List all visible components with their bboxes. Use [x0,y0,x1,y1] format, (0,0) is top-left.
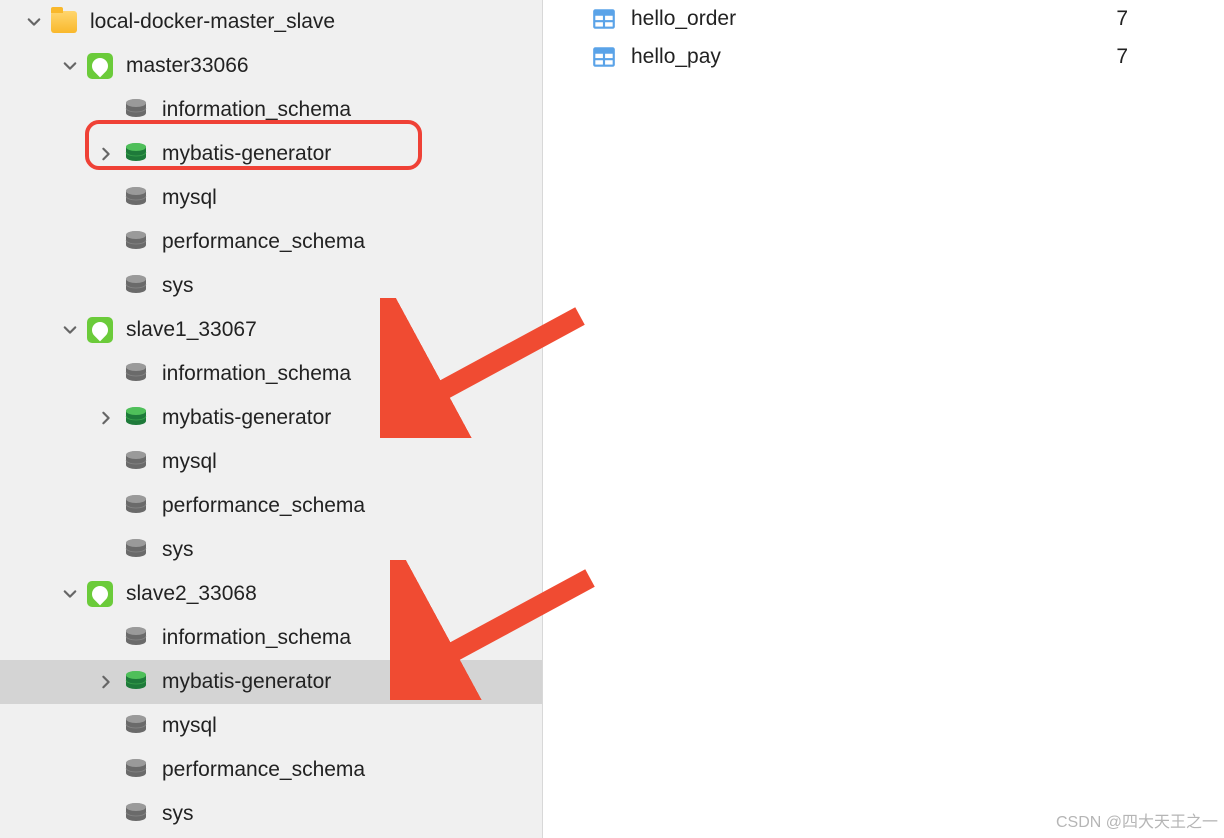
tree-label: performance_schema [162,758,365,782]
table-row[interactable]: hello_order 7 [543,0,1224,38]
tree-label: mybatis-generator [162,670,331,694]
tree-database[interactable]: mysql [0,440,542,484]
tree-database[interactable]: information_schema [0,88,542,132]
chevron-down-icon[interactable] [60,56,80,76]
database-icon [122,756,150,784]
tree-database[interactable]: performance_schema [0,748,542,792]
tree-label: mysql [162,714,217,738]
tree-label: slave2_33068 [126,582,257,606]
chevron-placeholder [96,628,116,648]
table-name: hello_pay [631,45,721,69]
database-icon [122,536,150,564]
tree-label: performance_schema [162,494,365,518]
table-row[interactable]: hello_pay 7 [543,38,1224,76]
chevron-placeholder [96,496,116,516]
chevron-placeholder [96,804,116,824]
table-count: 7 [1116,7,1128,31]
chevron-placeholder [96,760,116,780]
tree-database[interactable]: mybatis-generator [0,132,542,176]
chevron-placeholder [96,188,116,208]
tree-database[interactable]: sys [0,528,542,572]
database-icon [122,404,150,432]
tree-label: slave1_33067 [126,318,257,342]
tree-label: information_schema [162,98,351,122]
database-icon [122,624,150,652]
chevron-placeholder [96,540,116,560]
tree-connection[interactable]: master33066 [0,44,542,88]
chevron-right-icon[interactable] [96,144,116,164]
chevron-right-icon[interactable] [96,672,116,692]
chevron-placeholder [96,276,116,296]
tree-label: mybatis-generator [162,406,331,430]
connection-icon [86,52,114,80]
chevron-down-icon[interactable] [60,584,80,604]
tree-label: information_schema [162,362,351,386]
folder-icon [50,8,78,36]
tree-database[interactable]: sys [0,264,542,308]
tree-database[interactable]: mysql [0,704,542,748]
tree-database[interactable]: mybatis-generator [0,660,542,704]
database-icon [122,96,150,124]
table-name: hello_order [631,7,736,31]
database-icon [122,448,150,476]
database-icon [122,228,150,256]
chevron-placeholder [96,232,116,252]
table-icon [591,6,617,32]
table-icon [591,44,617,70]
database-icon [122,184,150,212]
tree-database[interactable]: mybatis-generator [0,396,542,440]
tree-database[interactable]: performance_schema [0,220,542,264]
tree-database[interactable]: mysql [0,176,542,220]
tree-label: master33066 [126,54,249,78]
chevron-down-icon[interactable] [60,320,80,340]
chevron-placeholder [96,716,116,736]
tree-database[interactable]: information_schema [0,352,542,396]
tree-label: performance_schema [162,230,365,254]
sidebar: local-docker-master_slave master33066 in… [0,0,543,838]
chevron-placeholder [96,100,116,120]
tree-label: local-docker-master_slave [90,10,335,34]
tree-label: mysql [162,450,217,474]
tree-database[interactable]: performance_schema [0,484,542,528]
tree-label: sys [162,538,194,562]
database-icon [122,668,150,696]
watermark: CSDN @四大天王之一 [1056,808,1218,832]
chevron-down-icon[interactable] [24,12,44,32]
chevron-right-icon[interactable] [96,408,116,428]
tree-label: sys [162,802,194,826]
connection-icon [86,316,114,344]
connection-icon [86,580,114,608]
tree-connection[interactable]: slave1_33067 [0,308,542,352]
tree-label: mybatis-generator [162,142,331,166]
chevron-placeholder [96,364,116,384]
tree-folder-root[interactable]: local-docker-master_slave [0,0,542,44]
tree-database[interactable]: sys [0,792,542,836]
table-count: 7 [1116,45,1128,69]
database-icon [122,360,150,388]
chevron-placeholder [96,452,116,472]
tree-database[interactable]: information_schema [0,616,542,660]
tree-connection[interactable]: slave2_33068 [0,572,542,616]
tree-label: information_schema [162,626,351,650]
database-icon [122,800,150,828]
database-icon [122,712,150,740]
database-icon [122,272,150,300]
database-icon [122,140,150,168]
database-icon [122,492,150,520]
tree-label: mysql [162,186,217,210]
main-panel: hello_order 7 hello_pay 7 [543,0,1224,838]
tree-label: sys [162,274,194,298]
